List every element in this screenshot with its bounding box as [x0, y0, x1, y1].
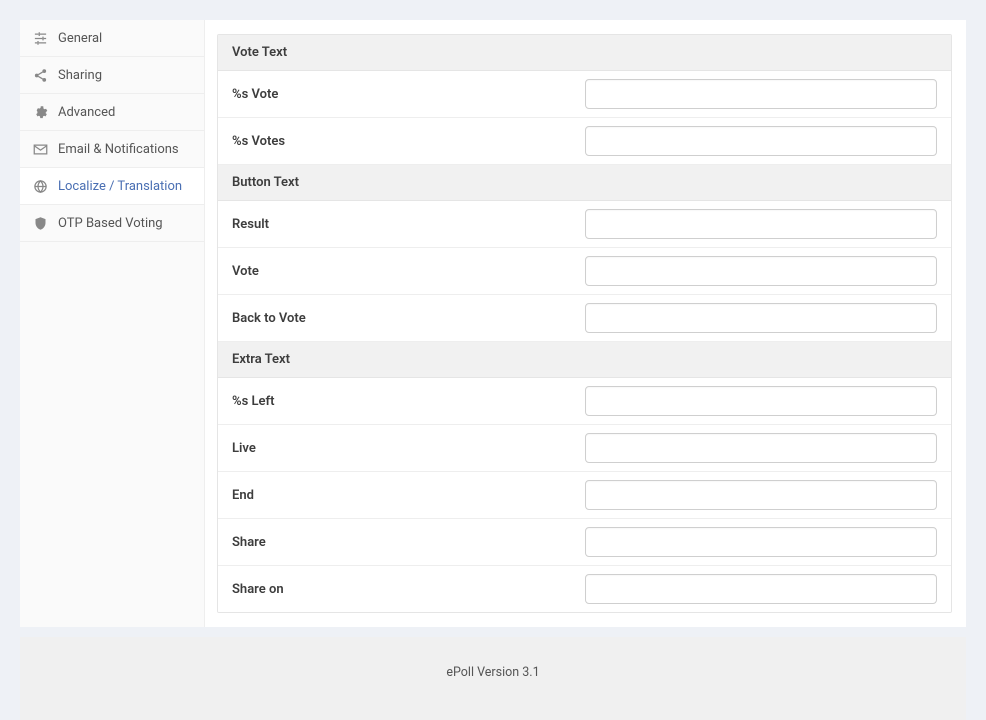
field-input-wrap	[585, 79, 938, 109]
sidebar-item-general[interactable]: General	[20, 20, 204, 57]
field-label: Result	[232, 217, 585, 232]
field-row: Share on	[218, 566, 951, 612]
settings-sidebar: General Sharing Advanced Email & Notific…	[20, 20, 205, 627]
field-input-wrap	[585, 303, 938, 333]
sidebar-item-label: Advanced	[58, 105, 115, 120]
sidebar-item-email-notifications[interactable]: Email & Notifications	[20, 131, 204, 168]
live-text-input[interactable]	[585, 433, 938, 463]
sliders-icon	[32, 30, 48, 46]
page-container: General Sharing Advanced Email & Notific…	[0, 0, 986, 650]
left-text-input[interactable]	[585, 386, 938, 416]
section-header-vote-text: Vote Text	[218, 35, 951, 71]
field-input-wrap	[585, 209, 938, 239]
field-row: Vote	[218, 248, 951, 295]
envelope-icon	[32, 141, 48, 157]
vote-single-input[interactable]	[585, 79, 938, 109]
settings-table: Vote Text %s Vote %s Votes Button Text R…	[217, 34, 952, 613]
sidebar-item-label: OTP Based Voting	[58, 216, 163, 231]
gear-icon	[32, 104, 48, 120]
field-label: %s Vote	[232, 87, 585, 102]
section-header-button-text: Button Text	[218, 165, 951, 201]
sidebar-item-label: Email & Notifications	[58, 142, 179, 157]
field-row: Back to Vote	[218, 295, 951, 342]
globe-icon	[32, 178, 48, 194]
field-row: Live	[218, 425, 951, 472]
end-text-input[interactable]	[585, 480, 938, 510]
sidebar-item-label: Sharing	[58, 68, 102, 83]
field-row: %s Vote	[218, 71, 951, 118]
back-to-vote-button-input[interactable]	[585, 303, 938, 333]
field-input-wrap	[585, 480, 938, 510]
footer-version: ePoll Version 3.1	[20, 637, 966, 720]
field-label: %s Votes	[232, 134, 585, 149]
sidebar-item-advanced[interactable]: Advanced	[20, 94, 204, 131]
share-icon	[32, 67, 48, 83]
share-on-text-input[interactable]	[585, 574, 938, 604]
field-input-wrap	[585, 126, 938, 156]
vote-plural-input[interactable]	[585, 126, 938, 156]
field-row: %s Votes	[218, 118, 951, 165]
settings-content: Vote Text %s Vote %s Votes Button Text R…	[205, 20, 966, 627]
field-label: Share on	[232, 582, 585, 597]
field-label: Live	[232, 441, 585, 456]
sidebar-item-localize-translation[interactable]: Localize / Translation	[20, 168, 204, 205]
shield-icon	[32, 215, 48, 231]
settings-panel: General Sharing Advanced Email & Notific…	[20, 20, 966, 627]
section-header-extra-text: Extra Text	[218, 342, 951, 378]
field-row: %s Left	[218, 378, 951, 425]
field-input-wrap	[585, 433, 938, 463]
field-input-wrap	[585, 574, 938, 604]
field-input-wrap	[585, 256, 938, 286]
field-label: Vote	[232, 264, 585, 279]
sidebar-item-otp-voting[interactable]: OTP Based Voting	[20, 205, 204, 242]
field-row: Share	[218, 519, 951, 566]
sidebar-item-sharing[interactable]: Sharing	[20, 57, 204, 94]
field-row: Result	[218, 201, 951, 248]
sidebar-item-label: Localize / Translation	[58, 179, 182, 194]
share-text-input[interactable]	[585, 527, 938, 557]
field-input-wrap	[585, 527, 938, 557]
vote-button-input[interactable]	[585, 256, 938, 286]
field-label: Back to Vote	[232, 311, 585, 326]
sidebar-item-label: General	[58, 31, 102, 46]
field-label: Share	[232, 535, 585, 550]
result-button-input[interactable]	[585, 209, 938, 239]
field-row: End	[218, 472, 951, 519]
field-label: End	[232, 488, 585, 503]
field-label: %s Left	[232, 394, 585, 409]
field-input-wrap	[585, 386, 938, 416]
